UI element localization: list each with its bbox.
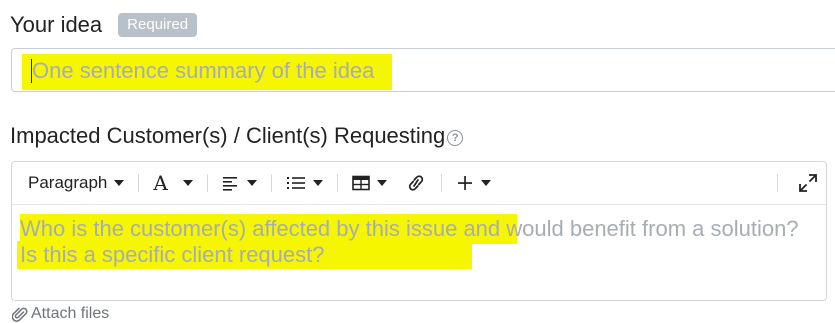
chevron-down-icon	[114, 180, 125, 186]
idea-label: Your idea	[10, 12, 103, 37]
impacted-placeholder: Who is the customer(s) affected by this …	[20, 216, 799, 267]
editor-toolbar: Paragraph A	[12, 162, 826, 205]
expand-button[interactable]	[798, 173, 818, 198]
required-badge: Required	[118, 13, 198, 37]
table-dropdown[interactable]	[352, 168, 387, 198]
plus-icon	[457, 176, 472, 190]
idea-form: Your idea Required One sentence summary …	[0, 0, 835, 323]
toolbar-divider	[138, 174, 140, 192]
chevron-down-icon	[312, 180, 323, 186]
toolbar-divider	[777, 174, 778, 192]
chevron-down-icon	[246, 180, 257, 186]
list-icon	[286, 177, 305, 189]
attach-files-link[interactable]: Attach files	[12, 305, 109, 323]
expand-icon	[799, 174, 817, 192]
font-icon: A	[153, 171, 168, 195]
chevron-down-icon	[480, 180, 491, 186]
idea-input[interactable]: One sentence summary of the idea	[11, 48, 835, 92]
paperclip-icon	[12, 307, 28, 322]
align-dropdown[interactable]	[222, 168, 257, 198]
toolbar-divider	[440, 174, 442, 192]
link-icon	[408, 175, 423, 191]
paragraph-label: Paragraph	[28, 173, 108, 192]
editor-content[interactable]: Who is the customer(s) affected by this …	[12, 205, 826, 300]
idea-label-row: Your idea Required	[10, 8, 198, 42]
toolbar-divider	[206, 174, 208, 192]
toolbar-divider	[336, 174, 338, 192]
list-dropdown[interactable]	[286, 168, 323, 198]
impacted-editor[interactable]: Paragraph A Who is the customer(s) affec…	[11, 161, 827, 301]
align-icon	[222, 177, 237, 191]
attach-label: Attach files	[31, 305, 110, 322]
idea-placeholder: One sentence summary of the idea	[32, 58, 375, 83]
chevron-down-icon	[182, 180, 193, 186]
insert-dropdown[interactable]	[456, 168, 491, 198]
toolbar-divider	[270, 174, 272, 192]
paragraph-dropdown[interactable]: Paragraph	[28, 168, 125, 198]
impacted-label-row: Impacted Customer(s) / Client(s) Request…	[10, 123, 464, 149]
font-dropdown[interactable]: A	[153, 168, 193, 198]
help-icon[interactable]: ?	[447, 129, 464, 146]
link-button[interactable]	[405, 168, 427, 198]
impacted-label: Impacted Customer(s) / Client(s) Request…	[10, 123, 446, 148]
table-icon	[352, 175, 370, 191]
chevron-down-icon	[376, 180, 387, 186]
